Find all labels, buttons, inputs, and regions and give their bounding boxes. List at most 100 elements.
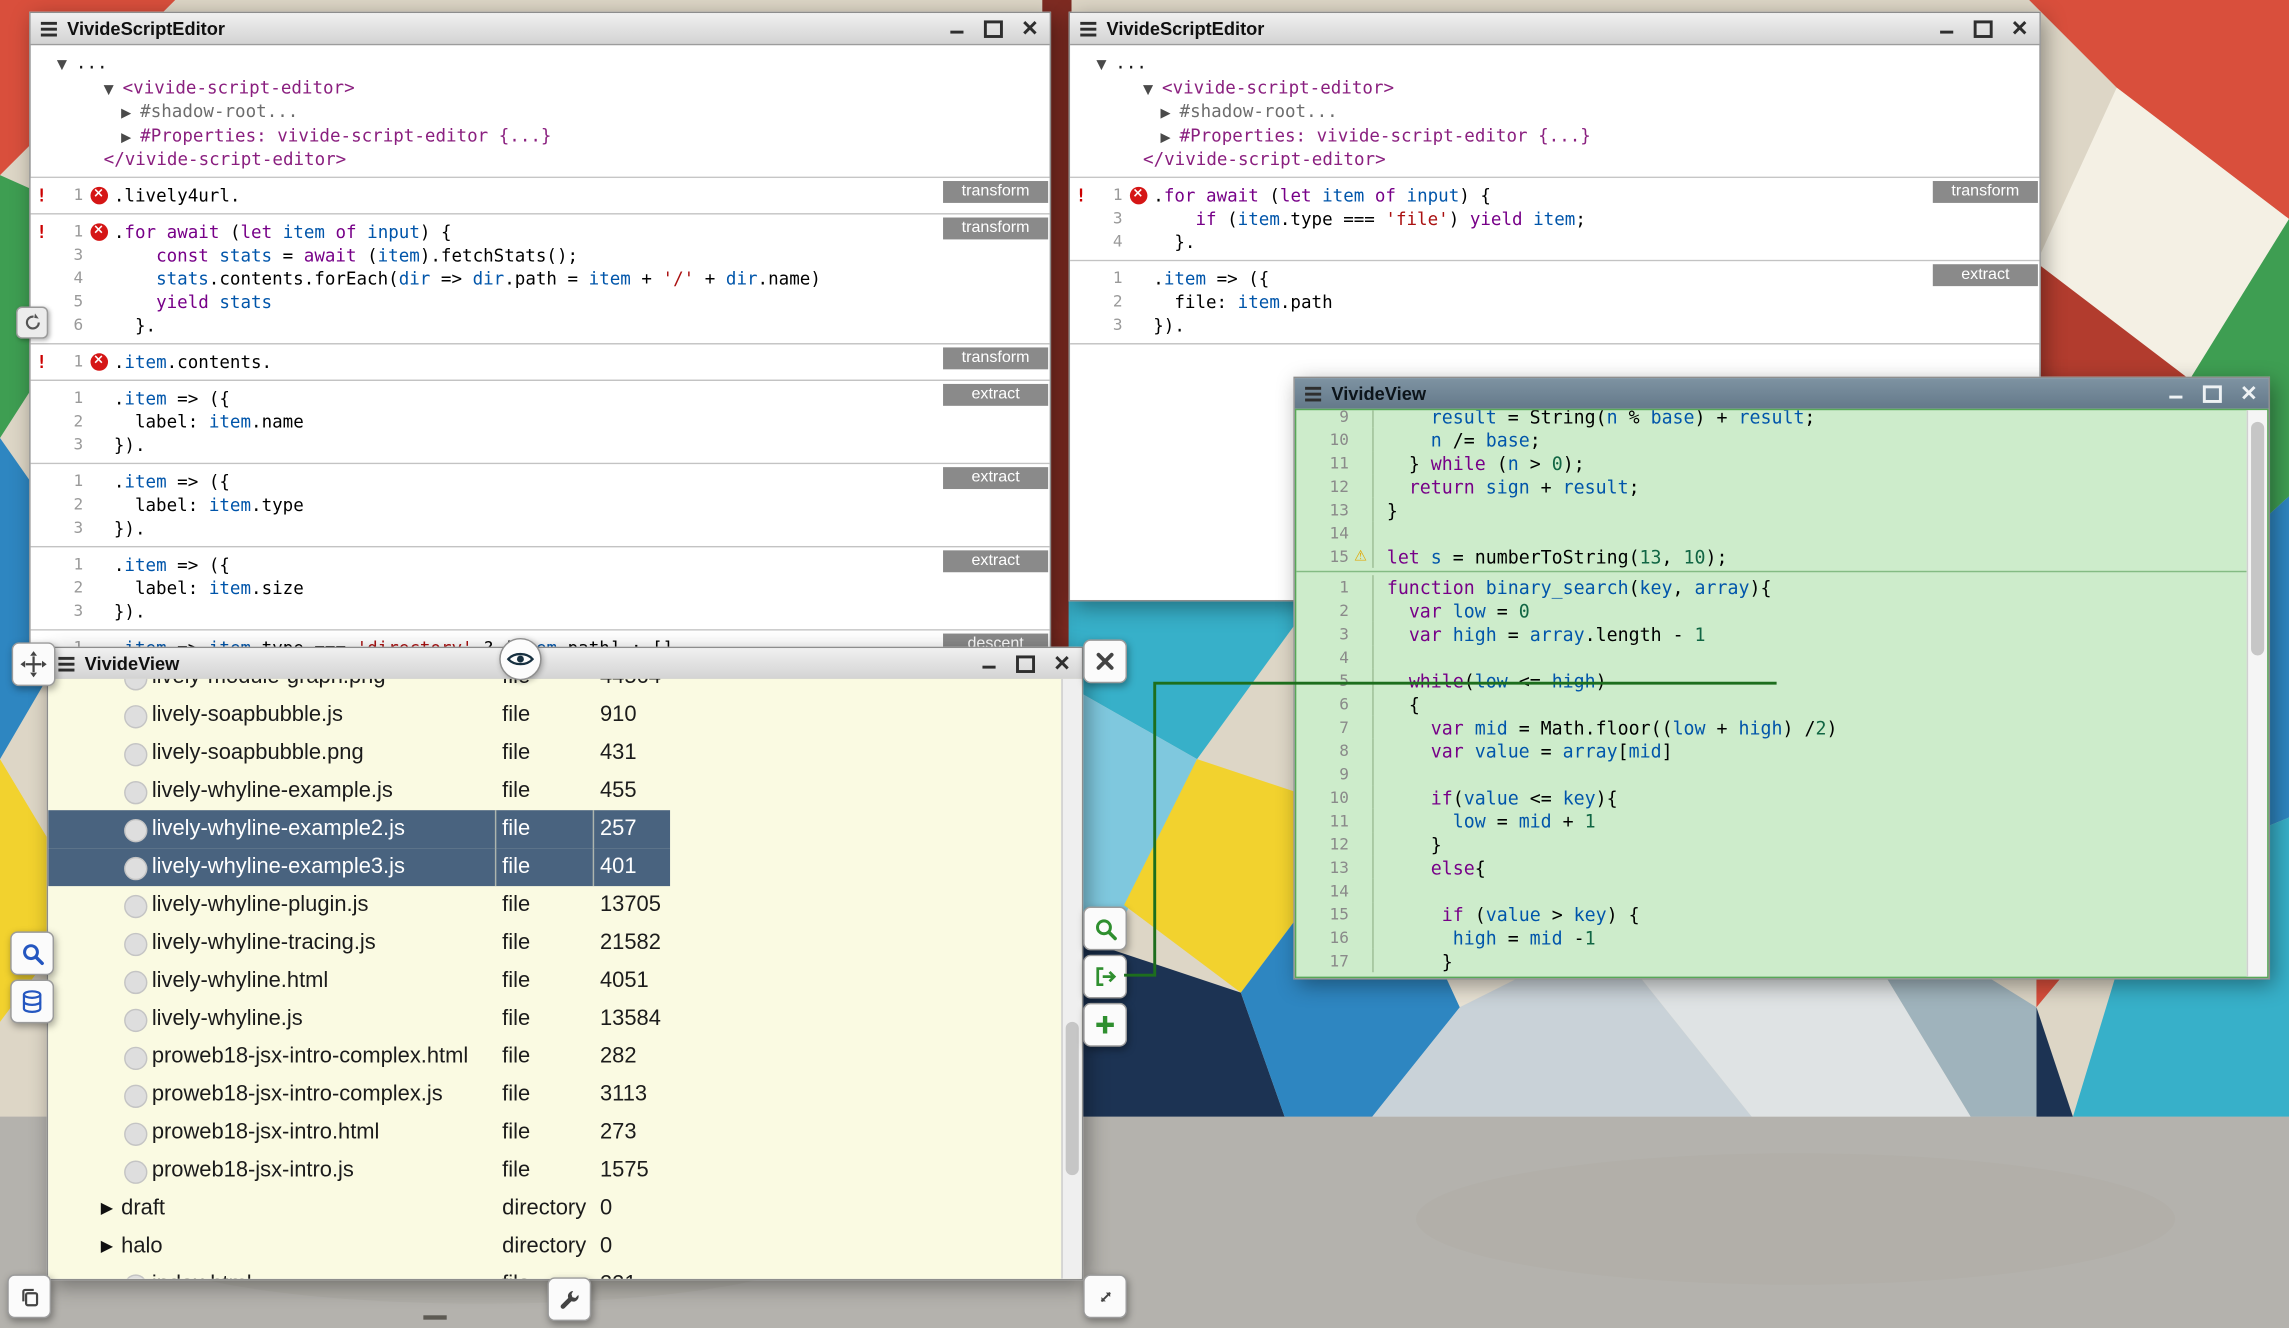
maximize-icon[interactable] [984, 19, 1003, 38]
file-row[interactable]: lively-whyline-example3.jsfile401 [48, 848, 670, 886]
wrench-button[interactable] [547, 1277, 591, 1321]
menu-icon[interactable] [1305, 386, 1321, 401]
code-line[interactable]: 3}). [31, 599, 1050, 622]
code-line[interactable]: !1×.for await (let item of input) { [31, 220, 1050, 243]
code-line[interactable]: 3}). [1070, 313, 2039, 336]
close-icon[interactable] [2010, 19, 2029, 38]
code-line[interactable]: 1.item => ({ [31, 386, 1050, 409]
code-line[interactable]: !1×.item.contents. [31, 350, 1050, 373]
dom-tree-node[interactable]: ▼<vivide-script-editor> [31, 77, 1050, 101]
close-icon[interactable] [2239, 384, 2258, 403]
code-line[interactable]: 4 stats.contents.forEach(dir => dir.path… [31, 266, 1050, 289]
code-line[interactable]: 15 if (value > key) { [1296, 902, 2246, 925]
code-line[interactable]: 9 result = String(n % base) + result; [1296, 410, 2246, 428]
scrollbar-thumb[interactable] [2251, 422, 2264, 656]
code-line[interactable]: 14 [1296, 879, 2246, 902]
expand-icon[interactable]: ▶ [1161, 104, 1180, 125]
minimize-icon[interactable] [947, 19, 966, 38]
file-row[interactable]: proweb18-jsx-intro.htmlfile273 [48, 1114, 670, 1152]
code-line[interactable]: 15⚠let s = numberToString(13, 10); [1296, 545, 2246, 568]
titlebar[interactable]: VivideView [1295, 378, 2269, 410]
expand-icon[interactable]: ▶ [121, 128, 140, 149]
titlebar[interactable]: VivideScriptEditor [31, 13, 1050, 45]
code-line[interactable]: 12 return sign + result; [1296, 474, 2246, 497]
directory-row[interactable]: ▶draftdirectory0 [48, 1190, 670, 1228]
connection-remove-button[interactable] [1083, 639, 1127, 683]
code-line[interactable]: 7 var mid = Math.floor((low + high) /2) [1296, 715, 2246, 738]
titlebar[interactable]: VivideScriptEditor [1070, 13, 2039, 45]
scrollbar[interactable] [2247, 410, 2267, 976]
expand-icon[interactable]: ▶ [1161, 128, 1180, 149]
maximize-icon[interactable] [1016, 654, 1035, 673]
data-source-button[interactable] [10, 980, 54, 1024]
file-row[interactable]: lively-whyline-example.jsfile455 [48, 772, 670, 810]
file-row[interactable]: lively-module-graph.pngfile44564 [48, 679, 670, 697]
eye-button[interactable] [499, 638, 541, 680]
maximize-icon[interactable] [2203, 384, 2222, 403]
close-icon[interactable] [1020, 19, 1039, 38]
code-line[interactable]: 3}). [31, 516, 1050, 539]
expand-icon[interactable]: ▶ [101, 1199, 113, 1218]
file-row[interactable]: lively-whyline-plugin.jsfile13705 [48, 886, 670, 924]
dom-tree-node[interactable]: ▼... [31, 53, 1050, 77]
menu-icon[interactable] [58, 656, 74, 671]
code-line[interactable]: 11 } while (n > 0); [1296, 451, 2246, 474]
collapse-icon[interactable]: ▼ [57, 55, 76, 76]
code-line[interactable]: 10 n /= base; [1296, 428, 2246, 451]
dom-tree-node[interactable]: </vivide-script-editor> [31, 149, 1050, 170]
dom-tree-node[interactable]: ▼... [1070, 53, 2039, 77]
minimize-icon[interactable] [2166, 384, 2185, 403]
scrollbar-thumb[interactable] [1066, 1022, 1079, 1175]
directory-row[interactable]: ▶halodirectory0 [48, 1228, 670, 1266]
code-line[interactable]: 8 var value = array[mid] [1296, 739, 2246, 762]
code-line[interactable]: 2 label: item.name [31, 409, 1050, 432]
export-button[interactable] [1083, 955, 1127, 999]
file-row[interactable]: lively-whyline-example2.jsfile257 [48, 810, 670, 848]
code-line[interactable]: 3 const stats = await (item).fetchStats(… [31, 243, 1050, 266]
minimize-icon[interactable] [980, 654, 999, 673]
code-line[interactable]: 6 }. [31, 313, 1050, 336]
dom-tree-node[interactable]: ▼<vivide-script-editor> [1070, 77, 2039, 101]
code-line[interactable]: 1.item => ({ [1070, 266, 2039, 289]
copy-button[interactable] [7, 1274, 51, 1318]
file-row[interactable]: proweb18-jsx-intro-complex.jsfile3113 [48, 1076, 670, 1114]
file-row[interactable]: lively-soapbubble.jsfile910 [48, 696, 670, 734]
move-handle[interactable] [12, 642, 56, 686]
code-line[interactable]: 5 yield stats [31, 290, 1050, 313]
titlebar[interactable]: VivideView [48, 648, 1082, 680]
minimize-icon[interactable] [1937, 19, 1956, 38]
probe-search-button[interactable] [1083, 907, 1127, 951]
code-line[interactable]: 10 if(value <= key){ [1296, 785, 2246, 808]
code-line[interactable]: 3 var high = array.length - 1 [1296, 622, 2246, 645]
file-row[interactable]: lively-whyline.jsfile13584 [48, 1000, 670, 1038]
code-line[interactable]: 1function binary_search(key, array){ [1296, 575, 2246, 598]
code-line[interactable]: 13} [1296, 498, 2246, 521]
resize-handle[interactable] [1083, 1274, 1127, 1318]
code-line[interactable]: 4 }. [1070, 230, 2039, 253]
code-line[interactable]: 9 [1296, 762, 2246, 785]
expand-icon[interactable]: ▶ [121, 104, 140, 125]
code-line[interactable]: 6 { [1296, 692, 2246, 715]
code-line[interactable]: 17 } [1296, 949, 2246, 972]
maximize-icon[interactable] [1974, 19, 1993, 38]
code-line[interactable]: 16 high = mid -1 [1296, 926, 2246, 949]
code-line[interactable]: 3}). [31, 433, 1050, 456]
code-line[interactable]: 4 [1296, 645, 2246, 668]
file-row[interactable]: lively-soapbubble.pngfile431 [48, 734, 670, 772]
code-line[interactable]: 1.item => ({ [31, 469, 1050, 492]
code-line[interactable]: !1×.for await (let item of input) { [1070, 183, 2039, 206]
add-script-button[interactable] [1083, 1003, 1127, 1047]
collapse-icon[interactable]: ▼ [1143, 80, 1162, 101]
code-line[interactable]: 2 label: item.type [31, 493, 1050, 516]
code-line[interactable]: 11 low = mid + 1 [1296, 809, 2246, 832]
dom-tree-node[interactable]: </vivide-script-editor> [1070, 149, 2039, 170]
collapse-icon[interactable]: ▼ [1096, 55, 1115, 76]
code-line[interactable]: 14 [1296, 521, 2246, 544]
file-row[interactable]: lively-whyline-tracing.jsfile21582 [48, 924, 670, 962]
collapse-icon[interactable]: ▼ [104, 80, 123, 101]
code-line[interactable]: 13 else{ [1296, 855, 2246, 878]
close-icon[interactable] [1053, 654, 1072, 673]
menu-icon[interactable] [1080, 21, 1096, 36]
view-search-button[interactable] [10, 931, 54, 975]
code-line[interactable]: !1×.lively4url. [31, 183, 1050, 206]
